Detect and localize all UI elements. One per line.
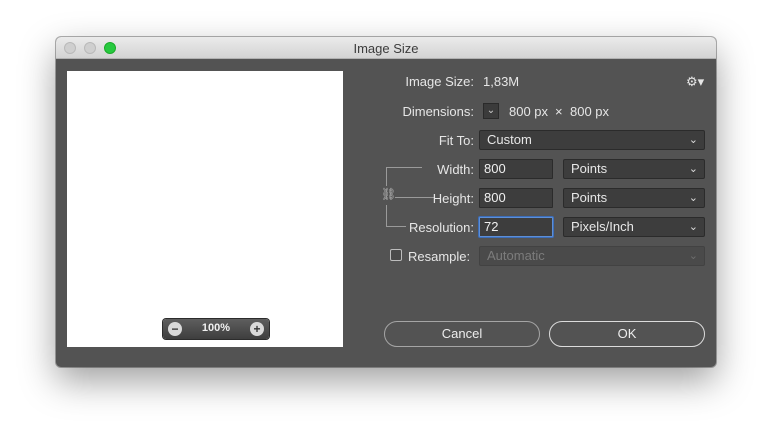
title-bar[interactable]: Image Size	[56, 37, 716, 59]
dimensions-units-dropdown[interactable]: ⌄	[483, 103, 499, 119]
resolution-label: Resolution:	[408, 220, 474, 235]
zoom-in-icon[interactable]: +	[250, 322, 264, 336]
dimensions-width-value: 800 px	[509, 104, 549, 119]
dimensions-separator: ×	[555, 104, 563, 119]
resample-method-value: Automatic	[487, 248, 545, 263]
fit-to-value: Custom	[487, 132, 532, 147]
fit-to-select[interactable]: Custom ⌄	[479, 130, 705, 150]
dimensions-height-value: 800 px	[570, 104, 610, 119]
preview-zoom-value: 100%	[201, 322, 231, 334]
width-unit-value: Points	[571, 161, 608, 176]
gear-icon[interactable]: ⚙▾	[686, 74, 704, 90]
chevron-down-icon: ⌄	[688, 163, 698, 175]
height-unit-select[interactable]: Points ⌄	[563, 188, 705, 208]
height-unit-value: Points	[571, 190, 608, 205]
chevron-down-icon: ⌄	[486, 105, 496, 116]
width-unit-select[interactable]: Points ⌄	[563, 159, 705, 179]
fit-to-label: Fit To:	[438, 133, 474, 148]
resolution-unit-select[interactable]: Pixels/Inch ⌄	[563, 217, 705, 237]
zoom-out-icon[interactable]: −	[168, 322, 182, 336]
ok-button[interactable]: OK	[549, 321, 705, 347]
image-size-dialog: Image Size − 100% + Image Size: 1,83M ⚙▾…	[56, 37, 716, 367]
resample-label[interactable]: Resample:	[408, 249, 470, 264]
chevron-down-icon: ⌄	[688, 250, 698, 262]
image-preview[interactable]: − 100% +	[67, 71, 343, 347]
image-size-label: Image Size:	[405, 74, 474, 89]
dimensions-label: Dimensions:	[402, 104, 474, 119]
resample-checkbox[interactable]	[390, 249, 402, 261]
height-input[interactable]: 800	[479, 188, 553, 208]
preview-zoom-control: − 100% +	[163, 319, 269, 339]
height-label: Height:	[432, 191, 474, 206]
width-label: Width:	[437, 162, 474, 177]
window-title: Image Size	[353, 41, 419, 56]
cancel-button[interactable]: Cancel	[384, 321, 540, 347]
image-size-value: 1,83M	[483, 74, 520, 89]
resample-method-select[interactable]: Automatic ⌄	[479, 246, 705, 266]
chevron-down-icon: ⌄	[688, 221, 698, 233]
width-input[interactable]: 800	[479, 159, 553, 179]
chevron-down-icon: ⌄	[688, 192, 698, 204]
chevron-down-icon: ⌄	[688, 134, 698, 146]
resolution-unit-value: Pixels/Inch	[571, 219, 634, 234]
resolution-input[interactable]: 72	[479, 217, 553, 237]
